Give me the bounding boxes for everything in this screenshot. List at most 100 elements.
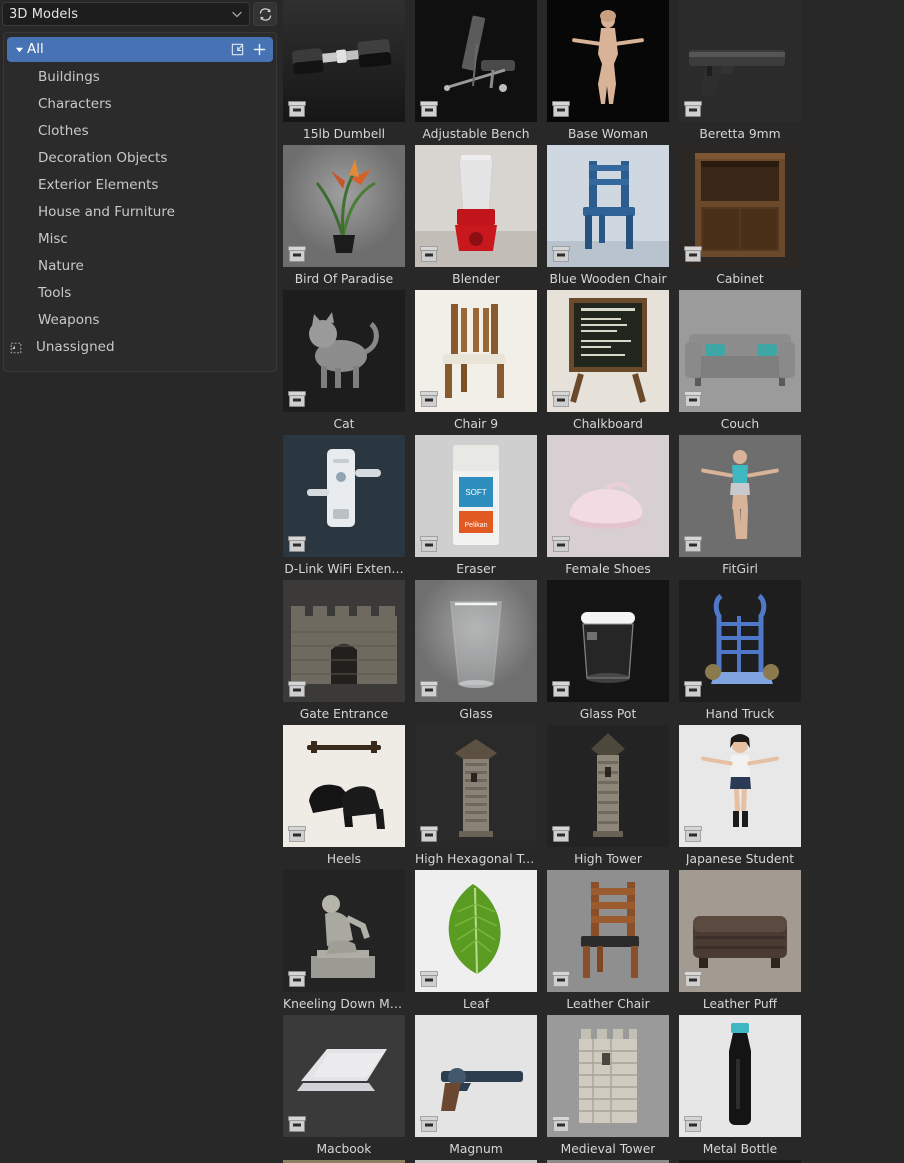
asset-item[interactable]: Female Shoes [547,435,669,580]
asset-thumbnail[interactable] [415,145,537,267]
asset-thumbnail[interactable] [679,725,801,847]
sidebar-item-tools[interactable]: Tools [4,280,276,307]
plus-icon[interactable] [252,42,267,57]
catalog-library-dropdown[interactable]: 3D Models [2,2,250,26]
asset-item[interactable]: Medieval Tower [547,1015,669,1160]
asset-label-text: Female Shoes [565,561,651,576]
sidebar-item-exterior-elements[interactable]: Exterior Elements [4,172,276,199]
asset-thumbnail[interactable] [283,435,405,557]
asset-item[interactable]: Glass Pot [547,580,669,725]
asset-item[interactable]: High Tower [547,725,669,870]
sidebar-item-unassigned[interactable]: Unassigned [4,334,276,361]
asset-item[interactable]: Beretta 9mm [679,0,801,145]
asset-thumbnail[interactable] [547,145,669,267]
asset-thumbnail[interactable] [283,1015,405,1137]
asset-thumbnail[interactable] [415,0,537,122]
asset-label-text: Adjustable Bench [422,126,530,141]
asset-item[interactable]: Leather Puff [679,870,801,1015]
asset-item[interactable]: 15lb Dumbell [283,0,405,145]
asset-item[interactable]: SOFT Pelikan Eraser [415,435,537,580]
sidebar-item-unassigned-label: Unassigned [36,338,115,355]
archive-box-icon [684,391,702,407]
asset-thumbnail[interactable] [415,580,537,702]
sidebar-item-label: Misc [38,230,68,247]
import-catalog-icon[interactable] [230,42,245,57]
sidebar-item-buildings[interactable]: Buildings [4,64,276,91]
asset-label-text: D-Link WiFi Exten… [284,561,404,576]
refresh-icon[interactable] [253,2,277,26]
sidebar-item-weapons[interactable]: Weapons [4,307,276,334]
asset-item[interactable]: Cat [283,290,405,435]
asset-thumbnail[interactable] [679,290,801,412]
asset-grid-view[interactable]: 15lb Dumbell Adjustable Bench Base Woman Be… [280,0,904,1163]
asset-thumbnail[interactable] [283,145,405,267]
asset-thumbnail[interactable] [679,580,801,702]
asset-label: Kneeling Down Man [283,992,405,1015]
asset-item[interactable]: Couch [679,290,801,435]
asset-thumbnail[interactable] [547,290,669,412]
asset-item[interactable]: FitGirl [679,435,801,580]
archive-box-icon [420,101,438,117]
asset-item[interactable]: Hand Truck [679,580,801,725]
asset-item[interactable]: Cabinet [679,145,801,290]
asset-thumbnail[interactable] [547,725,669,847]
asset-item[interactable]: D-Link WiFi Exten… [283,435,405,580]
asset-label: Blue Wooden Chair [547,267,669,290]
asset-item[interactable]: Magnum [415,1015,537,1160]
sidebar-item-characters[interactable]: Characters [4,91,276,118]
asset-thumbnail[interactable] [679,870,801,992]
asset-thumbnail[interactable] [679,145,801,267]
asset-item[interactable]: Leather Chair [547,870,669,1015]
asset-label-text: Chalkboard [573,416,643,431]
asset-item[interactable]: Metal Bottle [679,1015,801,1160]
asset-item[interactable]: Gate Entrance [283,580,405,725]
asset-thumbnail[interactable] [415,870,537,992]
sidebar-item-house-and-furniture[interactable]: House and Furniture [4,199,276,226]
triangle-down-icon[interactable] [11,45,27,54]
archive-box-icon [684,246,702,262]
asset-thumbnail[interactable] [283,725,405,847]
asset-thumbnail[interactable] [547,1015,669,1137]
asset-item[interactable]: Chalkboard [547,290,669,435]
asset-thumbnail[interactable] [283,290,405,412]
asset-thumbnail[interactable] [415,1015,537,1137]
asset-thumbnail[interactable] [679,0,801,122]
asset-thumbnail[interactable] [547,435,669,557]
archive-box-icon [420,536,438,552]
archive-box-icon [684,826,702,842]
asset-item[interactable]: Blue Wooden Chair [547,145,669,290]
asset-thumbnail[interactable] [415,725,537,847]
asset-item[interactable]: Leaf [415,870,537,1015]
asset-label-text: High Hexagonal To… [415,851,537,866]
archive-box-icon [288,971,306,987]
asset-label-text: Hand Truck [705,706,775,721]
asset-item[interactable]: Glass [415,580,537,725]
asset-item[interactable]: Kneeling Down Man [283,870,405,1015]
sidebar-item-decoration-objects[interactable]: Decoration Objects [4,145,276,172]
asset-thumbnail[interactable] [283,0,405,122]
asset-item[interactable]: Adjustable Bench [415,0,537,145]
asset-thumbnail[interactable] [679,435,801,557]
asset-thumbnail[interactable] [547,0,669,122]
asset-item[interactable]: Chair 9 [415,290,537,435]
asset-label-text: Japanese Student [685,851,795,866]
sidebar-item-misc[interactable]: Misc [4,226,276,253]
asset-item[interactable]: Macbook [283,1015,405,1160]
asset-item[interactable]: Base Woman [547,0,669,145]
asset-item[interactable]: Japanese Student [679,725,801,870]
asset-thumbnail[interactable] [679,1015,801,1137]
asset-thumbnail[interactable] [283,870,405,992]
dashed-file-icon [8,341,24,355]
asset-thumbnail[interactable] [415,290,537,412]
asset-thumbnail[interactable] [547,870,669,992]
asset-thumbnail[interactable]: SOFT Pelikan [415,435,537,557]
sidebar-item-clothes[interactable]: Clothes [4,118,276,145]
asset-item[interactable]: High Hexagonal To… [415,725,537,870]
asset-thumbnail[interactable] [283,580,405,702]
asset-thumbnail[interactable] [547,580,669,702]
asset-item[interactable]: Heels [283,725,405,870]
sidebar-item-all[interactable]: All [7,37,273,62]
sidebar-item-nature[interactable]: Nature [4,253,276,280]
asset-item[interactable]: Blender [415,145,537,290]
asset-item[interactable]: Bird Of Paradise [283,145,405,290]
